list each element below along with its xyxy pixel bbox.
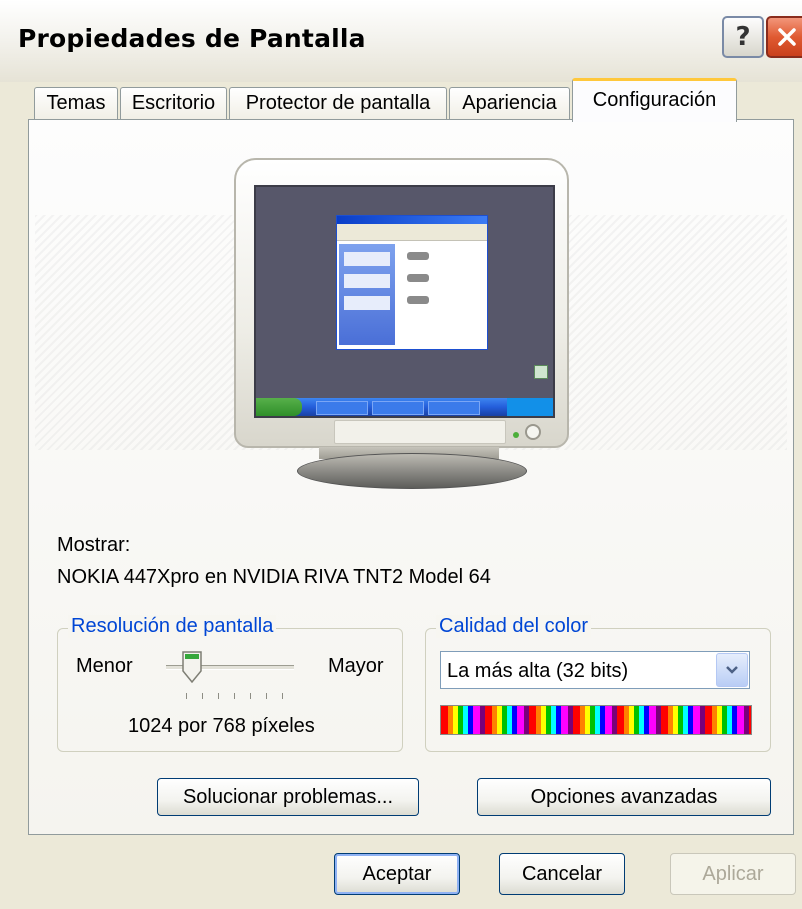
power-button-icon bbox=[525, 424, 541, 440]
preview-task bbox=[372, 401, 424, 415]
tab-label: Temas bbox=[46, 92, 106, 114]
chevron-down-icon bbox=[726, 666, 738, 674]
button-label: Aceptar bbox=[362, 862, 432, 885]
button-label: Cancelar bbox=[521, 862, 603, 885]
recycle-bin-icon bbox=[534, 365, 548, 379]
dropdown-selected-value: La más alta (32 bits) bbox=[447, 660, 629, 682]
tab-temas[interactable]: Temas bbox=[34, 87, 118, 119]
preview-task bbox=[428, 401, 480, 415]
tab-label: Protector de pantalla bbox=[245, 92, 431, 114]
tab-label: Escritorio bbox=[131, 92, 216, 114]
monitor-screen bbox=[254, 185, 555, 418]
close-button[interactable] bbox=[766, 16, 802, 58]
preview-drive-icon bbox=[407, 274, 429, 282]
button-label: Solucionar problemas... bbox=[182, 785, 394, 808]
slider-max-label: Mayor bbox=[328, 655, 384, 677]
slider-min-label: Menor bbox=[76, 655, 133, 677]
preview-drive-icon bbox=[407, 296, 429, 304]
resolution-value: 1024 por 768 píxeles bbox=[128, 715, 315, 737]
tab-label: Apariencia bbox=[462, 92, 557, 114]
advanced-options-button[interactable]: Opciones avanzadas bbox=[477, 778, 771, 816]
tab-label: Configuración bbox=[592, 89, 717, 111]
color-quality-legend: Calidad del color bbox=[436, 615, 591, 638]
help-button[interactable]: ? bbox=[722, 16, 764, 58]
monitor-stand bbox=[297, 453, 527, 489]
display-label: Mostrar: bbox=[57, 534, 131, 556]
title-bar[interactable]: Propiedades de Pantalla ? bbox=[0, 0, 802, 82]
help-icon: ? bbox=[735, 22, 751, 52]
button-label: Opciones avanzadas bbox=[530, 785, 718, 808]
resolution-legend: Resolución de pantalla bbox=[68, 615, 277, 638]
settings-panel: Mostrar: NOKIA 447Xpro en NVIDIA RIVA TN… bbox=[28, 119, 794, 835]
monitor-control-panel bbox=[334, 420, 506, 444]
slider-ticks bbox=[186, 693, 296, 699]
color-quality-dropdown[interactable]: La más alta (32 bits) bbox=[440, 651, 750, 689]
button-label: Aplicar bbox=[702, 862, 764, 885]
preview-tray bbox=[507, 398, 553, 416]
preview-window-titlebar bbox=[337, 216, 487, 224]
apply-button[interactable]: Aplicar bbox=[670, 853, 796, 895]
tab-protector-de-pantalla[interactable]: Protector de pantalla bbox=[229, 87, 447, 119]
tab-configuracion[interactable]: Configuración bbox=[572, 78, 737, 122]
preview-drive-icon bbox=[407, 252, 429, 260]
preview-task bbox=[316, 401, 368, 415]
preview-window-toolbar bbox=[337, 224, 487, 241]
color-preview-strip bbox=[440, 705, 752, 735]
preview-taskbar bbox=[256, 398, 553, 416]
dropdown-arrow-button[interactable] bbox=[716, 653, 748, 687]
tab-apariencia[interactable]: Apariencia bbox=[449, 87, 570, 119]
color-quality-group: Calidad del color La más alta (32 bits) bbox=[425, 615, 771, 752]
power-led bbox=[513, 432, 519, 438]
close-icon bbox=[778, 28, 796, 46]
preview-window-sidebar bbox=[339, 244, 395, 345]
preview-window bbox=[336, 215, 488, 350]
preview-start-button bbox=[256, 398, 302, 416]
cancel-button[interactable]: Cancelar bbox=[499, 853, 625, 895]
resolution-group: Resolución de pantalla Menor Mayor 1024 … bbox=[57, 615, 403, 752]
resolution-slider-thumb[interactable] bbox=[182, 651, 202, 683]
display-device: NOKIA 447Xpro en NVIDIA RIVA TNT2 Model … bbox=[57, 566, 491, 588]
tab-escritorio[interactable]: Escritorio bbox=[120, 87, 227, 119]
troubleshoot-button[interactable]: Solucionar problemas... bbox=[157, 778, 419, 816]
window-title: Propiedades de Pantalla bbox=[18, 24, 366, 53]
ok-button[interactable]: Aceptar bbox=[334, 853, 460, 895]
